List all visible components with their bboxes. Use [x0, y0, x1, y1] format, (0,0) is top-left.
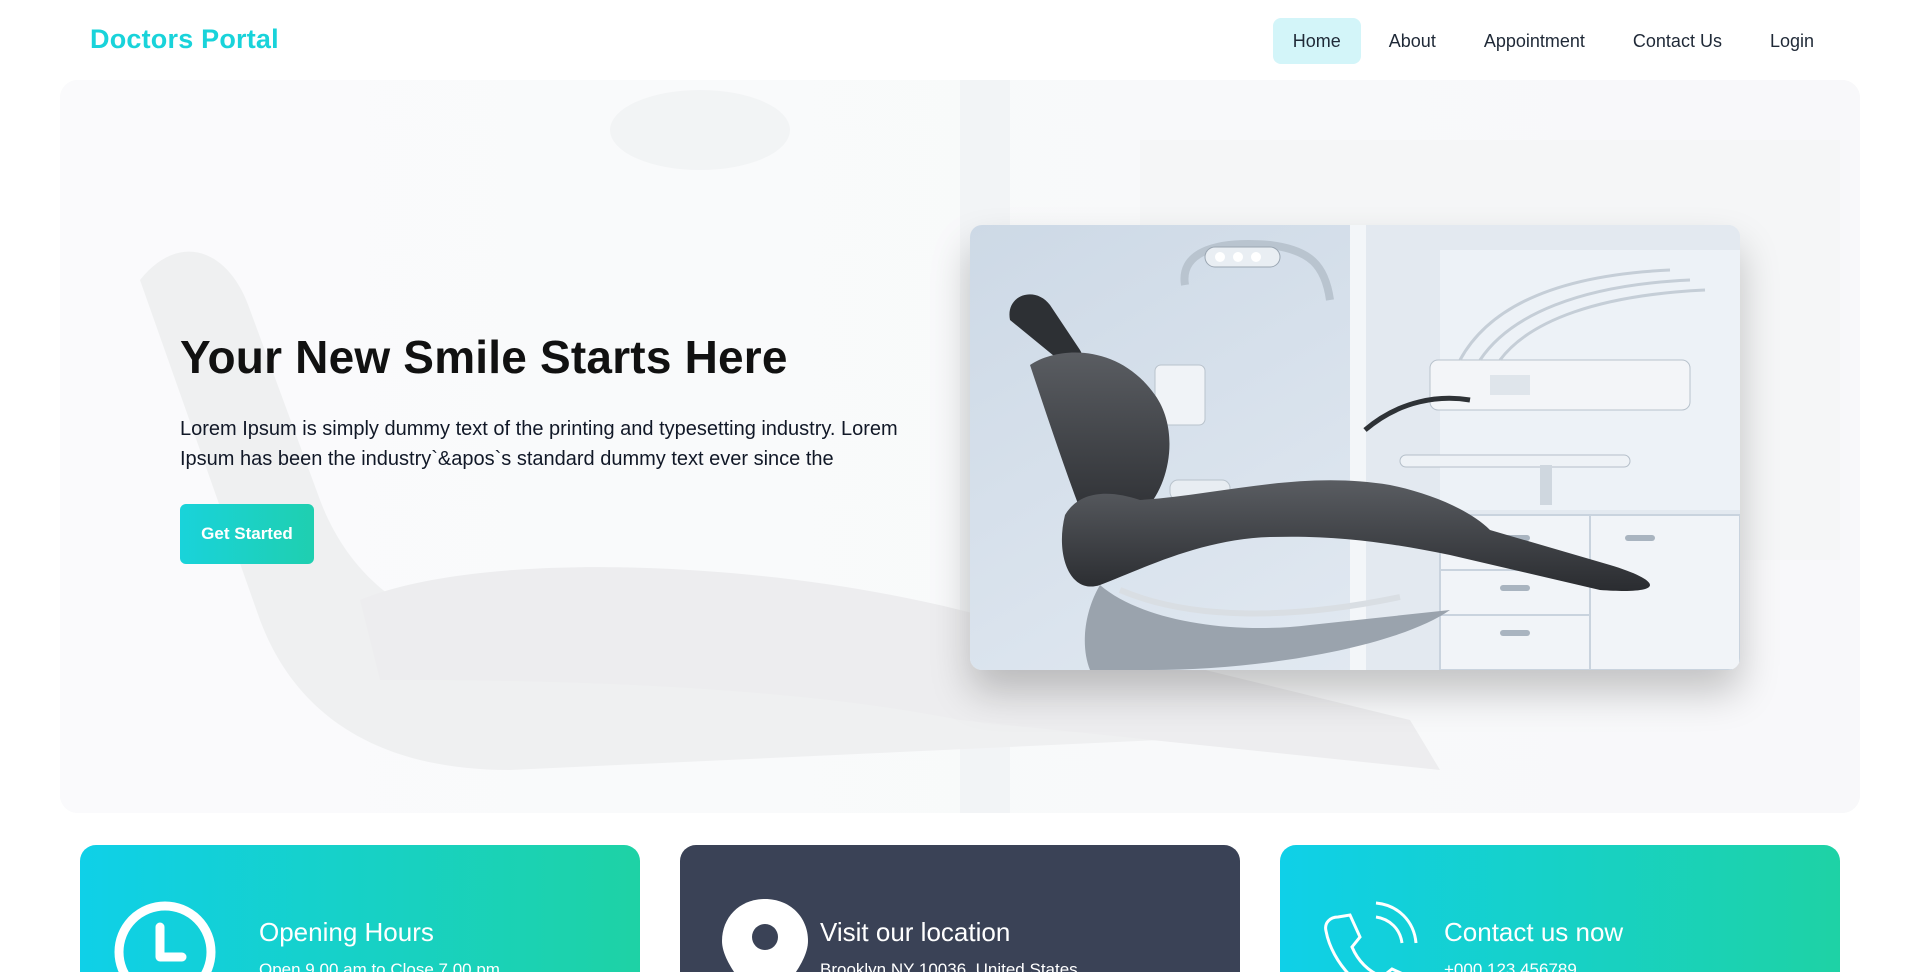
- get-started-button[interactable]: Get Started: [180, 504, 314, 564]
- brand-logo[interactable]: Doctors Portal: [90, 24, 279, 55]
- nav-appointment[interactable]: Appointment: [1464, 18, 1605, 64]
- hero-section: Your New Smile Starts Here Lorem Ipsum i…: [60, 80, 1860, 813]
- nav-about[interactable]: About: [1369, 18, 1456, 64]
- card-title: Visit our location: [820, 917, 1011, 947]
- contact-card: Contact us now +000 123 456789: [1280, 845, 1840, 972]
- nav-login[interactable]: Login: [1750, 18, 1834, 64]
- card-title: Opening Hours: [259, 917, 434, 947]
- main-nav: Home About Appointment Contact Us Login: [1272, 18, 1834, 64]
- card-text: Open 9.00 am to Close 7.00 pm: [259, 960, 500, 972]
- location-card: Visit our location Brooklyn NY 10036, Un…: [680, 845, 1240, 972]
- location-pin-icon: [722, 899, 808, 972]
- phone-icon: [1324, 901, 1418, 972]
- card-text: +000 123 456789: [1444, 960, 1577, 972]
- card-text: Brooklyn NY 10036, United States: [820, 960, 1078, 972]
- hero-title: Your New Smile Starts Here: [180, 331, 788, 383]
- opening-hours-card: Opening Hours Open 9.00 am to Close 7.00…: [80, 845, 640, 972]
- nav-home[interactable]: Home: [1272, 18, 1361, 64]
- card-title: Contact us now: [1444, 917, 1624, 947]
- navbar: Doctors Portal Home About Appointment Co…: [0, 0, 1920, 80]
- clock-icon: [114, 901, 216, 972]
- hero-text-block: Your New Smile Starts Here Lorem Ipsum i…: [180, 330, 940, 564]
- hero-description: Lorem Ipsum is simply dummy text of the …: [180, 418, 898, 470]
- dental-chair-photo: [970, 225, 1740, 670]
- nav-contact-us[interactable]: Contact Us: [1613, 18, 1742, 64]
